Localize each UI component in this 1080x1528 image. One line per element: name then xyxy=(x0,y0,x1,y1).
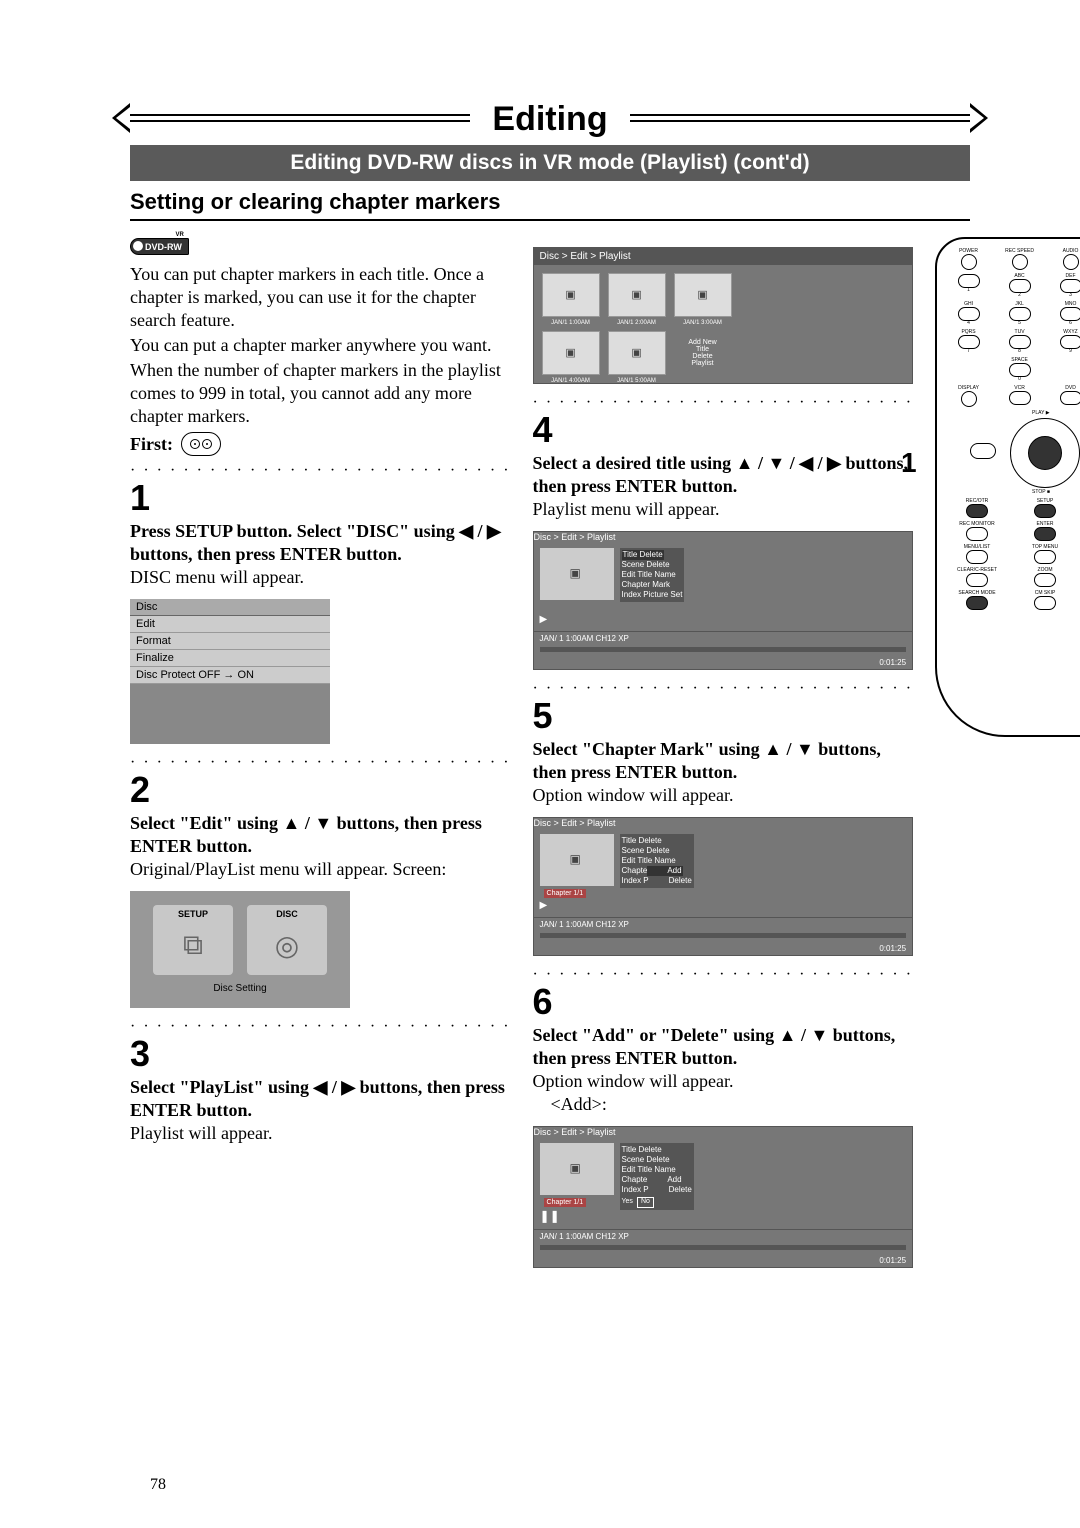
disc-menu-item: Edit xyxy=(130,616,330,633)
column-right: 1 POWER REC SPEED AUDIO OPEN/CLOSE 1 ABC… xyxy=(935,237,1080,1278)
badge-main: DVD-RW xyxy=(145,242,182,252)
step-number-5: 5 xyxy=(533,698,914,734)
setup-caption: Disc Setting xyxy=(144,983,336,994)
osd-chapter-option: Disc > Edit > Playlist ▣Chapter 1/1 ▶ Ti… xyxy=(533,817,914,956)
step-number-3: 3 xyxy=(130,1036,511,1072)
playlist-thumb: ▣JAN/1 5:00AM xyxy=(608,331,666,375)
divider-dots: · · · · · · · · · · · · · · · · · · · · … xyxy=(533,966,914,984)
remote-illustration: POWER REC SPEED AUDIO OPEN/CLOSE 1 ABC2 … xyxy=(935,237,1080,737)
osd-disc-menu: Disc Edit Format Finalize Disc Protect O… xyxy=(130,599,330,744)
osd-playlist-grid: Disc > Edit > Playlist ▣JAN/1 1:00AM ▣JA… xyxy=(533,247,914,384)
playlist-thumb: ▣JAN/1 2:00AM xyxy=(608,273,666,317)
step4-bold: Select a desired title using ▲ / ▼ / ◀ /… xyxy=(533,452,914,498)
disc-stop-icon xyxy=(181,432,221,456)
step2-bold: Select "Edit" using ▲ / ▼ buttons, then … xyxy=(130,812,511,858)
page-title: Editing xyxy=(470,100,630,139)
preview-thumb: ▣Chapter 1/1 xyxy=(540,834,614,886)
intro-p3: When the number of chapter markers in th… xyxy=(130,359,511,428)
preview-thumb: ▣Chapter 1/1 xyxy=(540,1143,614,1195)
remote-play-pad: PLAY ▶ STOP ■ xyxy=(970,413,1080,493)
osd-breadcrumb: Disc > Edit > Playlist xyxy=(534,532,913,542)
step-number-4: 4 xyxy=(533,412,914,448)
osd-setup-screen: SETUP ⧉ DISC ◎ Disc Setting xyxy=(130,891,350,1008)
step3-bold: Select "PlayList" using ◀ / ▶ buttons, t… xyxy=(130,1076,511,1122)
step5-reg: Option window will appear. xyxy=(533,784,914,807)
edit-menu: Title Delete Scene Delete Edit Title Nam… xyxy=(620,1143,694,1210)
setup-card: SETUP ⧉ xyxy=(153,905,233,975)
disc-icon: ◎ xyxy=(275,919,299,971)
page-number: 78 xyxy=(150,1476,166,1494)
disc-menu-header: Disc xyxy=(130,599,330,616)
step1-bold: Press SETUP button. Select "DISC" using … xyxy=(130,520,511,566)
disc-card-label: DISC xyxy=(276,909,298,919)
step5-bold: Select "Chapter Mark" using ▲ / ▼ button… xyxy=(533,738,914,784)
playlist-actions: Add New Title Delete Playlist xyxy=(674,331,732,375)
divider-dots: · · · · · · · · · · · · · · · · · · · · … xyxy=(533,394,914,412)
step3-reg: Playlist will appear. xyxy=(130,1122,511,1145)
preview-thumb: ▣ xyxy=(540,548,614,600)
subtitle-bar: Editing DVD-RW discs in VR mode (Playlis… xyxy=(130,145,970,181)
divider-dots: · · · · · · · · · · · · · · · · · · · · … xyxy=(130,1018,511,1036)
remote-callout-1: 1 xyxy=(901,447,917,479)
step-number-1: 1 xyxy=(130,480,511,516)
playlist-thumb: ▣JAN/1 4:00AM xyxy=(542,331,600,375)
divider-dots: · · · · · · · · · · · · · · · · · · · · … xyxy=(130,754,511,772)
first-row: First: xyxy=(130,432,511,456)
osd-breadcrumb: Disc > Edit > Playlist xyxy=(534,248,913,265)
dvd-rw-vr-badge: VR DVD-RW xyxy=(130,238,189,255)
osd-title-menu: Disc > Edit > Playlist ▣ ▶ Title Delete … xyxy=(533,531,914,670)
disc-menu-item: Finalize xyxy=(130,650,330,667)
edit-menu: Title Delete Scene Delete Edit Title Nam… xyxy=(620,834,694,888)
step6-bold: Select "Add" or "Delete" using ▲ / ▼ but… xyxy=(533,1024,914,1070)
intro-p1: You can put chapter markers in each titl… xyxy=(130,263,511,332)
step6-reg: Option window will appear. xyxy=(533,1070,914,1093)
step4-reg: Playlist menu will appear. xyxy=(533,498,914,521)
setup-card-label: SETUP xyxy=(178,909,208,919)
sliders-icon: ⧉ xyxy=(183,919,203,971)
first-label: First: xyxy=(130,434,173,455)
header-ribbon: Editing xyxy=(130,100,970,139)
column-middle: Disc > Edit > Playlist ▣JAN/1 1:00AM ▣JA… xyxy=(533,237,914,1278)
step6-extra: <Add>: xyxy=(533,1093,914,1116)
ribbon-arrow-left-icon xyxy=(112,103,130,133)
step-number-6: 6 xyxy=(533,984,914,1020)
intro-p2: You can put a chapter marker anywhere yo… xyxy=(130,334,511,357)
step-number-2: 2 xyxy=(130,772,511,808)
osd-breadcrumb: Disc > Edit > Playlist xyxy=(534,818,913,828)
section-heading: Setting or clearing chapter markers xyxy=(130,189,970,221)
ribbon-arrow-right-icon xyxy=(970,103,988,133)
step1-reg: DISC menu will appear. xyxy=(130,566,511,589)
edit-menu: Title Delete Scene Delete Edit Title Nam… xyxy=(620,548,685,602)
step2-reg: Original/PlayList menu will appear. Scre… xyxy=(130,858,511,881)
badge-superscript: VR xyxy=(176,232,184,238)
divider-dots: · · · · · · · · · · · · · · · · · · · · … xyxy=(533,680,914,698)
column-left: VR DVD-RW You can put chapter markers in… xyxy=(130,237,511,1278)
disc-menu-item: Format xyxy=(130,633,330,650)
disc-menu-item: Disc Protect OFF → ON xyxy=(130,667,330,684)
disc-card: DISC ◎ xyxy=(247,905,327,975)
osd-breadcrumb: Disc > Edit > Playlist xyxy=(534,1127,913,1137)
playlist-thumb: ▣JAN/1 1:00AM xyxy=(542,273,600,317)
osd-add-confirm: Disc > Edit > Playlist ▣Chapter 1/1 ❚❚ T… xyxy=(533,1126,914,1268)
playlist-thumb: ▣JAN/1 3:00AM xyxy=(674,273,732,317)
divider-dots: · · · · · · · · · · · · · · · · · · · · … xyxy=(130,462,511,480)
